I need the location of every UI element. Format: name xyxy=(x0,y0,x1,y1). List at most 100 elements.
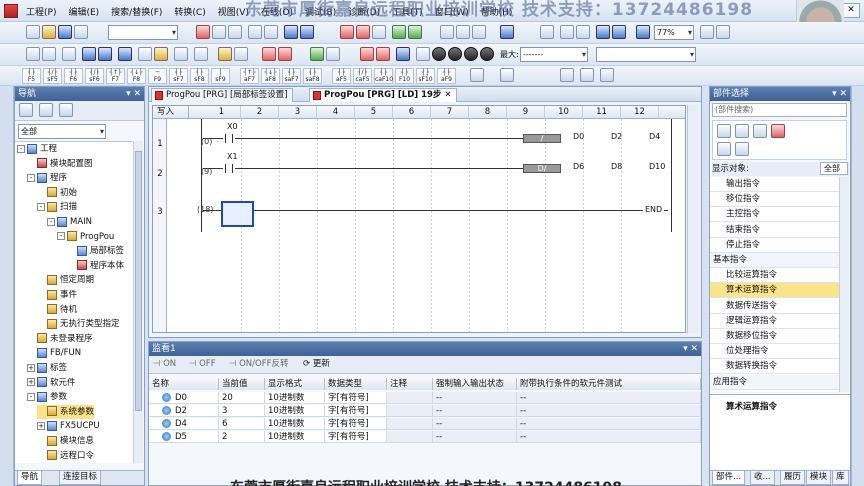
monitor-mode-icon[interactable] xyxy=(310,47,324,61)
nav-settings-gear-icon[interactable] xyxy=(59,103,73,117)
table-row[interactable]: D5 2 10进制数 字[有符号] -- -- xyxy=(149,431,701,443)
column-header[interactable]: 附带执行条件的软元件测试 xyxy=(517,378,701,390)
online-change-icon[interactable] xyxy=(218,47,232,61)
table-row[interactable]: D4 6 10进制数 字[有符号] -- -- xyxy=(149,418,701,430)
ladder-canvas[interactable]: 写入 1 2 3 4 5 6 7 8 9 10 11 12 123 (0) X0/D0 D2 D4 (9) X1… xyxy=(152,105,686,333)
open-folder-icon[interactable] xyxy=(42,25,56,39)
contact-symbol[interactable] xyxy=(225,164,233,173)
grid-icon[interactable] xyxy=(716,25,730,39)
ladder-symbol-button[interactable]: ┤├ F6 xyxy=(64,68,83,84)
nav-scrollbar[interactable] xyxy=(133,141,143,463)
parts-tab[interactable]: 收... xyxy=(750,471,775,485)
ladder-symbol-button[interactable]: ┤├ sF10 xyxy=(416,68,435,84)
parts-view-icon[interactable] xyxy=(717,124,731,138)
redo-icon[interactable] xyxy=(264,25,278,39)
tab-ladder[interactable]: ProgPou [PRG] [LD] 19步 ✕ xyxy=(309,88,457,102)
remote-stop-icon[interactable] xyxy=(376,47,390,61)
editor-scrollbar[interactable] xyxy=(687,105,699,333)
tree-item[interactable]: 事件 xyxy=(37,288,77,302)
table-icon[interactable] xyxy=(98,47,112,61)
ladder-symbol-button[interactable]: ┤├ aF9 xyxy=(437,68,456,84)
tree-item[interactable]: 未登录程序 xyxy=(27,332,93,346)
ladder-symbol-button[interactable]: ┤/├ sF5 xyxy=(43,68,62,84)
collapse-icon[interactable]: - xyxy=(37,202,45,211)
expand-icon[interactable]: + xyxy=(27,378,35,387)
replace-icon[interactable] xyxy=(300,25,314,39)
ladder-symbol-button[interactable]: ┤├ F5 xyxy=(22,68,41,84)
category-item[interactable]: 数据传送指令 xyxy=(710,299,840,314)
collapse-icon[interactable]: - xyxy=(27,173,35,182)
insert-row-icon[interactable] xyxy=(560,68,574,82)
tree-item[interactable]: - 参数 xyxy=(27,390,67,404)
column-header[interactable]: 名称 xyxy=(149,378,219,390)
operand[interactable]: D8 xyxy=(611,162,622,171)
convert-icon[interactable] xyxy=(174,47,188,61)
pause-circle-icon[interactable] xyxy=(448,47,462,61)
parts-delete-icon[interactable] xyxy=(771,124,785,138)
paste-icon[interactable] xyxy=(228,25,242,39)
list-icon[interactable] xyxy=(82,47,96,61)
column-header[interactable]: 强制输入输出状态 xyxy=(433,378,517,390)
ladder-symbol-button[interactable]: ┤├ sF7 xyxy=(169,68,188,84)
device-icon[interactable] xyxy=(540,25,554,39)
tree-item[interactable]: 模块配置图 xyxy=(27,157,93,171)
column-header[interactable]: 数据类型 xyxy=(325,378,387,390)
ladder-symbol-button[interactable]: ┤├ sF8 xyxy=(190,68,209,84)
grid-toggle-icon[interactable] xyxy=(600,68,614,82)
ladder-symbol-button[interactable]: ┤├ caF10 xyxy=(374,68,393,84)
nav-collapse-icon[interactable] xyxy=(19,103,33,117)
menu-item[interactable]: 转换(C) xyxy=(174,5,205,18)
read-plc-icon[interactable] xyxy=(340,25,354,39)
collapse-icon[interactable]: - xyxy=(57,232,65,241)
zoom-combo[interactable]: 77% xyxy=(654,25,694,40)
nav-filter-select[interactable]: 全部 xyxy=(18,124,106,139)
zoom-fit-icon[interactable] xyxy=(636,25,650,39)
parts-scrollbar[interactable] xyxy=(839,177,849,392)
tree-item[interactable]: + FX5UCPU xyxy=(37,419,100,433)
table-cell[interactable]: D2 xyxy=(149,405,219,417)
tree-item[interactable]: 远程口令 xyxy=(37,449,94,463)
collapse-icon[interactable]: - xyxy=(17,144,25,153)
force-off-button[interactable]: ⊣ OFF xyxy=(189,358,216,371)
stop-circle-icon[interactable] xyxy=(432,47,446,61)
operand[interactable]: D0 xyxy=(573,132,584,141)
watch-close-icon[interactable]: ▾ ✕ xyxy=(683,342,698,356)
device-list-icon[interactable] xyxy=(138,47,152,61)
new-file-icon[interactable] xyxy=(26,25,40,39)
table-cell[interactable]: D0 xyxy=(149,392,219,404)
write-plc-icon[interactable] xyxy=(356,25,370,39)
tree-item[interactable]: + 标签 xyxy=(27,361,67,375)
sfc-icon[interactable] xyxy=(118,47,132,61)
parts-add-icon[interactable] xyxy=(717,142,731,156)
expand-icon[interactable]: + xyxy=(37,421,45,430)
category-item[interactable]: 结束指令 xyxy=(710,223,840,238)
column-header[interactable]: 显示格式 xyxy=(265,378,325,390)
tree-item[interactable]: - 程序 xyxy=(27,171,67,185)
tree-item[interactable]: 局部标签 xyxy=(67,244,124,258)
label-icon[interactable] xyxy=(576,25,590,39)
diagnostics-icon[interactable] xyxy=(396,47,410,61)
record-circle-icon[interactable] xyxy=(480,47,494,61)
table-cell[interactable]: D5 xyxy=(149,431,219,443)
plc-read-icon[interactable] xyxy=(262,47,276,61)
comment-icon[interactable] xyxy=(560,25,574,39)
tree-item[interactable]: 待机 xyxy=(37,303,77,317)
undo-icon[interactable] xyxy=(248,25,262,39)
toggle-button[interactable]: ⊣ ON/OFF反转 xyxy=(229,358,289,371)
device-search-combo[interactable] xyxy=(596,47,696,62)
category-item[interactable]: 输出指令 xyxy=(710,177,840,192)
parts-tab[interactable]: 部件... xyxy=(712,471,746,485)
tab-navigation[interactable]: 导航 xyxy=(17,471,43,485)
check-icon[interactable] xyxy=(234,47,248,61)
end-instruction[interactable]: END xyxy=(643,205,665,214)
ladder-symbol-button[interactable]: ┤├ aF5 xyxy=(332,68,351,84)
zoom-out-icon[interactable] xyxy=(596,25,610,39)
tree-item[interactable]: + 软元件 xyxy=(27,376,76,390)
bookmark-icon[interactable] xyxy=(154,47,168,61)
nav-expand-icon[interactable] xyxy=(39,103,53,117)
table-cell[interactable]: 3 xyxy=(219,405,265,417)
parts-detail-icon[interactable] xyxy=(753,124,767,138)
view-icon[interactable] xyxy=(700,25,714,39)
monitor-start-icon[interactable] xyxy=(392,25,406,39)
verify-icon[interactable] xyxy=(372,25,386,39)
